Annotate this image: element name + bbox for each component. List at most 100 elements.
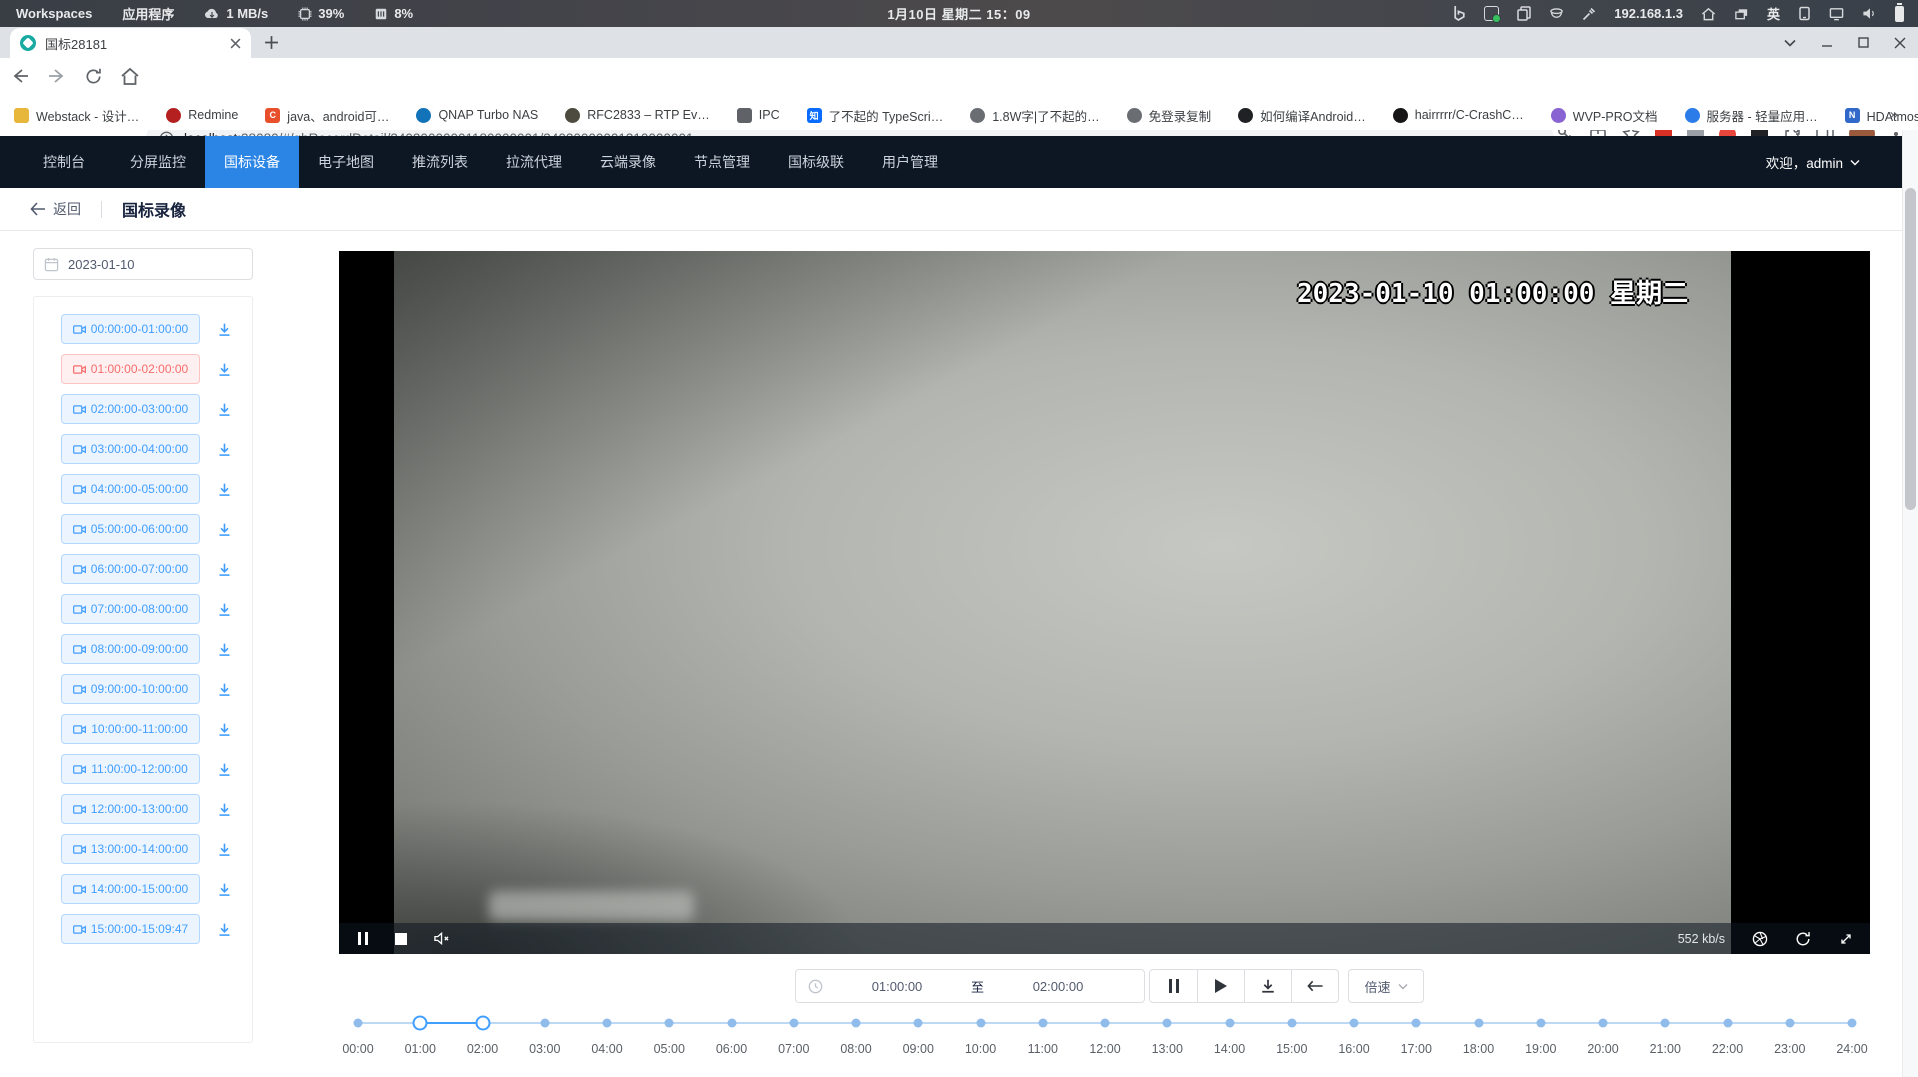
back-icon[interactable] — [10, 66, 30, 86]
bookmark-item[interactable]: 知 了不起的 TypeScri… — [807, 106, 944, 125]
recording-segment-button[interactable]: 01:00:00-02:00:00 — [61, 354, 200, 384]
download-icon[interactable] — [217, 362, 232, 377]
download-icon[interactable] — [217, 602, 232, 617]
bing-tray-icon[interactable] — [1453, 6, 1466, 21]
download-icon[interactable] — [217, 402, 232, 417]
timeline-dot[interactable] — [789, 1019, 798, 1028]
scrollbar-thumb[interactable] — [1905, 188, 1916, 510]
bookmark-item[interactable]: RFC2833 – RTP Ev… — [565, 108, 710, 123]
back-button[interactable]: 返回 — [30, 199, 81, 219]
volume-icon[interactable] — [1862, 7, 1877, 20]
timeline-dot[interactable] — [1661, 1019, 1670, 1028]
forward-icon[interactable] — [47, 66, 67, 86]
video-player[interactable]: 2023-01-10 01:00:00 星期二 552 kb/s — [339, 251, 1870, 954]
phone-link-icon[interactable] — [1798, 6, 1811, 21]
timeline-dot[interactable] — [540, 1019, 549, 1028]
timeline-dot[interactable] — [852, 1019, 861, 1028]
bookmark-item[interactable]: C java、android可… — [265, 106, 389, 125]
recording-segment-button[interactable]: 06:00:00-07:00:00 — [61, 554, 200, 584]
reload-icon[interactable] — [84, 67, 103, 86]
bookmark-item[interactable]: 如何编译Android… — [1238, 106, 1366, 125]
recording-segment-button[interactable]: 04:00:00-05:00:00 — [61, 474, 200, 504]
timeline-dot[interactable] — [1101, 1019, 1110, 1028]
download-icon[interactable] — [217, 922, 232, 937]
recording-segment-button[interactable]: 15:00:00-15:09:47 — [61, 914, 200, 944]
timeline-dot[interactable] — [1412, 1019, 1421, 1028]
timeline-dot[interactable] — [1723, 1019, 1732, 1028]
coffee-tray-icon[interactable] — [1549, 7, 1564, 21]
color-picker-icon[interactable] — [1582, 7, 1596, 21]
timeline-dot[interactable] — [976, 1019, 985, 1028]
timeline-dot[interactable] — [413, 1016, 428, 1031]
recording-segment-button[interactable]: 13:00:00-14:00:00 — [61, 834, 200, 864]
refresh-icon[interactable] — [1795, 931, 1811, 947]
download-icon[interactable] — [217, 882, 232, 897]
memory-indicator[interactable]: 8% — [374, 6, 413, 21]
display-icon[interactable] — [1829, 7, 1844, 21]
timeline-dot[interactable] — [475, 1016, 490, 1031]
nav-tab[interactable]: 拉流代理 — [487, 136, 581, 188]
speed-dropdown[interactable]: 倍速 — [1348, 969, 1424, 1003]
recording-segment-button[interactable]: 03:00:00-04:00:00 — [61, 434, 200, 464]
timeline-dot[interactable] — [727, 1019, 736, 1028]
bookmark-item[interactable]: Redmine — [166, 108, 238, 123]
timeline-dot[interactable] — [603, 1019, 612, 1028]
timeline-dot[interactable] — [1225, 1019, 1234, 1028]
download-icon[interactable] — [217, 642, 232, 657]
download-icon[interactable] — [217, 322, 232, 337]
timeline-dot[interactable] — [1785, 1019, 1794, 1028]
player-pause-icon[interactable] — [358, 932, 368, 945]
nav-tab[interactable]: 节点管理 — [675, 136, 769, 188]
download-icon[interactable] — [217, 442, 232, 457]
bookmark-item[interactable]: 免登录复制 — [1127, 106, 1212, 125]
bookmarks-overflow-chevron[interactable]: » — [1890, 106, 1898, 123]
recording-segment-button[interactable]: 14:00:00-15:00:00 — [61, 874, 200, 904]
bookmark-item[interactable]: 服务器 - 轻量应用… — [1685, 106, 1818, 125]
app-indicator-icon[interactable] — [1484, 6, 1499, 21]
download-icon[interactable] — [217, 762, 232, 777]
cpu-indicator[interactable]: 39% — [298, 6, 344, 21]
seek-back-button[interactable] — [1291, 970, 1338, 1002]
window-minimize-icon[interactable] — [1821, 37, 1833, 49]
recording-segment-button[interactable]: 12:00:00-13:00:00 — [61, 794, 200, 824]
timeline-dot[interactable] — [1038, 1019, 1047, 1028]
recording-segment-button[interactable]: 11:00:00-12:00:00 — [61, 754, 200, 784]
home-icon[interactable] — [1701, 7, 1716, 21]
snapshot-shutter-icon[interactable] — [1752, 931, 1768, 947]
nav-tab[interactable]: 国标设备 — [205, 136, 299, 188]
recording-segment-button[interactable]: 00:00:00-01:00:00 — [61, 314, 200, 344]
recording-segment-button[interactable]: 07:00:00-08:00:00 — [61, 594, 200, 624]
timeline-track[interactable] — [358, 1012, 1852, 1033]
download-icon[interactable] — [217, 842, 232, 857]
clipboard-icon[interactable] — [1517, 6, 1531, 21]
timeline-dot[interactable] — [1163, 1019, 1172, 1028]
bookmark-item[interactable]: hairrrrr/C-CrashC… — [1393, 108, 1524, 123]
download-icon[interactable] — [217, 802, 232, 817]
home-button-icon[interactable] — [120, 67, 140, 86]
download-icon[interactable] — [217, 682, 232, 697]
recording-segment-button[interactable]: 09:00:00-10:00:00 — [61, 674, 200, 704]
input-method-indicator[interactable]: 英 — [1767, 4, 1780, 23]
bookmark-item[interactable]: 1.8W字|了不起的… — [970, 106, 1099, 125]
workspaces-button[interactable]: Workspaces — [16, 6, 92, 21]
timeline-dot[interactable] — [914, 1019, 923, 1028]
timeline-dot[interactable] — [1350, 1019, 1359, 1028]
mute-icon[interactable] — [434, 932, 450, 945]
timeline-dot[interactable] — [1536, 1019, 1545, 1028]
download-button[interactable] — [1244, 970, 1291, 1002]
timeline-dot[interactable] — [665, 1019, 674, 1028]
nav-tab[interactable]: 分屏监控 — [111, 136, 205, 188]
new-tab-button[interactable] — [264, 35, 279, 50]
download-icon[interactable] — [217, 562, 232, 577]
recording-segment-button[interactable]: 05:00:00-06:00:00 — [61, 514, 200, 544]
bookmark-item[interactable]: WVP-PRO文档 — [1551, 106, 1658, 125]
time-range-picker[interactable]: 01:00:00 至 02:00:00 — [795, 969, 1145, 1003]
page-scrollbar[interactable] — [1902, 130, 1918, 1077]
window-switcher-icon[interactable] — [1734, 7, 1749, 21]
nav-tab[interactable]: 国标级联 — [769, 136, 863, 188]
play-button[interactable] — [1197, 970, 1244, 1002]
timeline-dot[interactable] — [1848, 1019, 1857, 1028]
bookmark-item[interactable]: QNAP Turbo NAS — [416, 108, 538, 123]
timeline-dot[interactable] — [354, 1019, 363, 1028]
fullscreen-icon[interactable] — [1838, 931, 1854, 947]
